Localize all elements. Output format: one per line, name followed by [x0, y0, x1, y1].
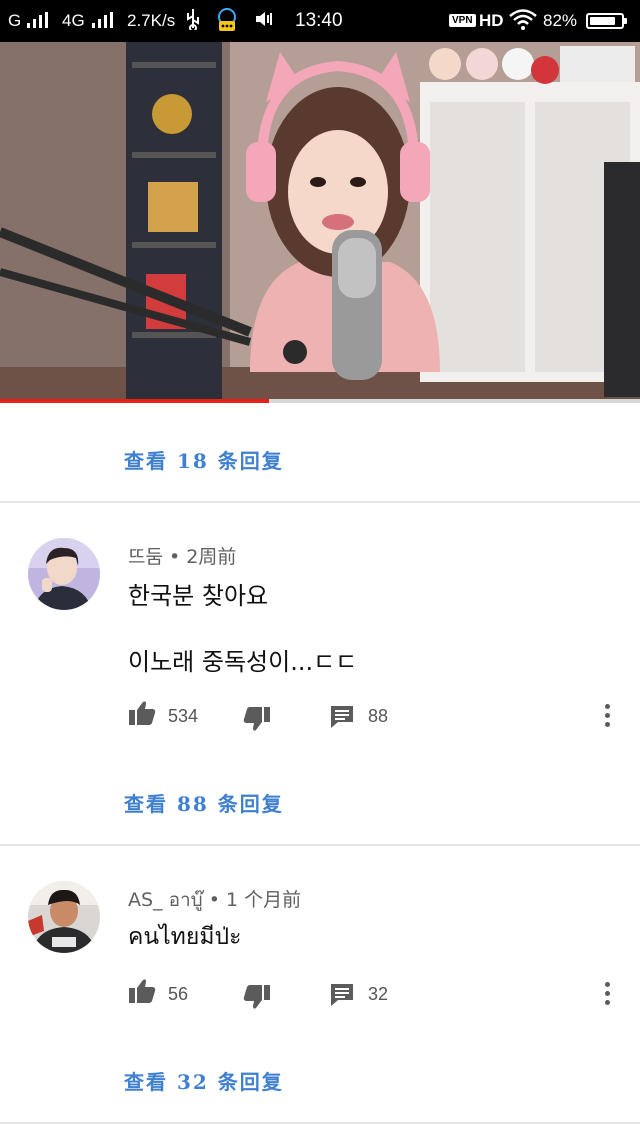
wifi-icon — [508, 0, 538, 42]
reply-count: 32 — [368, 984, 389, 1004]
battery-icon — [586, 13, 627, 29]
thumbs-up-icon — [129, 979, 156, 1003]
status-bar: G 4G 2.7K/s 13:40 VPN HD 82% — [0, 0, 640, 42]
network-type: 4G — [62, 11, 85, 30]
reply-button[interactable] — [330, 983, 356, 1015]
meta-separator: • — [169, 546, 187, 568]
usb-icon — [185, 0, 201, 42]
vibrate-icon — [253, 0, 277, 42]
video-player[interactable] — [0, 42, 640, 399]
comment-text-line: 한국분 찾아요 — [128, 582, 269, 610]
avatar[interactable] — [28, 538, 100, 610]
signal-icon-2 — [92, 0, 114, 42]
assistant-notification-icon — [214, 0, 240, 42]
avatar[interactable] — [28, 881, 100, 953]
comment-author[interactable]: AS_ อาบู๊ — [128, 889, 203, 911]
more-options-icon[interactable] — [603, 704, 611, 731]
comment-text-line: 이노래 중독성이...ㄷㄷ — [128, 648, 358, 676]
comment-meta: AS_ อาบู๊ • 1 个月前 — [128, 885, 301, 915]
reply-button[interactable] — [330, 705, 356, 737]
like-count: 534 — [168, 706, 199, 726]
battery-level — [590, 17, 615, 25]
signal-icon — [27, 0, 49, 42]
view-replies-link[interactable]: 查看 18 条回复 — [124, 445, 284, 474]
view-replies-link[interactable]: 查看 88 条回复 — [124, 788, 284, 817]
divider — [0, 1122, 640, 1124]
divider — [0, 844, 640, 846]
carrier-label: G — [8, 11, 22, 30]
video-progress-fill — [0, 399, 269, 403]
reply-count: 88 — [368, 706, 389, 726]
clock: 13:40 — [295, 10, 343, 31]
thumbs-down-icon — [243, 707, 270, 731]
comment-icon — [331, 706, 353, 728]
like-count: 56 — [168, 984, 189, 1004]
like-button[interactable] — [128, 978, 158, 1010]
like-button[interactable] — [128, 700, 158, 732]
comment-icon — [331, 984, 353, 1006]
meta-separator: • — [208, 889, 227, 911]
divider — [0, 501, 640, 503]
comment-time: 1 个月前 — [226, 889, 302, 911]
dislike-button[interactable] — [243, 706, 273, 738]
video-progress-bar[interactable] — [0, 399, 640, 403]
dislike-button[interactable] — [243, 984, 273, 1016]
thumbs-up-icon — [129, 701, 156, 725]
comment-meta: 뜨둠 • 2周前 — [128, 542, 236, 569]
comment-time: 2周前 — [186, 546, 237, 568]
comment-text-line: คนไทยมีป่ะ — [128, 924, 242, 950]
vpn-badge: VPN — [449, 0, 476, 42]
view-replies-link[interactable]: 查看 32 条回复 — [124, 1066, 284, 1095]
network-speed: 2.7K/s — [127, 11, 176, 30]
video-frame — [0, 42, 640, 399]
comment-author[interactable]: 뜨둠 — [128, 546, 163, 568]
hd-label: HD — [479, 11, 504, 30]
thumbs-down-icon — [243, 985, 270, 1009]
battery-percent: 82% — [543, 11, 578, 30]
more-options-icon[interactable] — [603, 982, 611, 1009]
